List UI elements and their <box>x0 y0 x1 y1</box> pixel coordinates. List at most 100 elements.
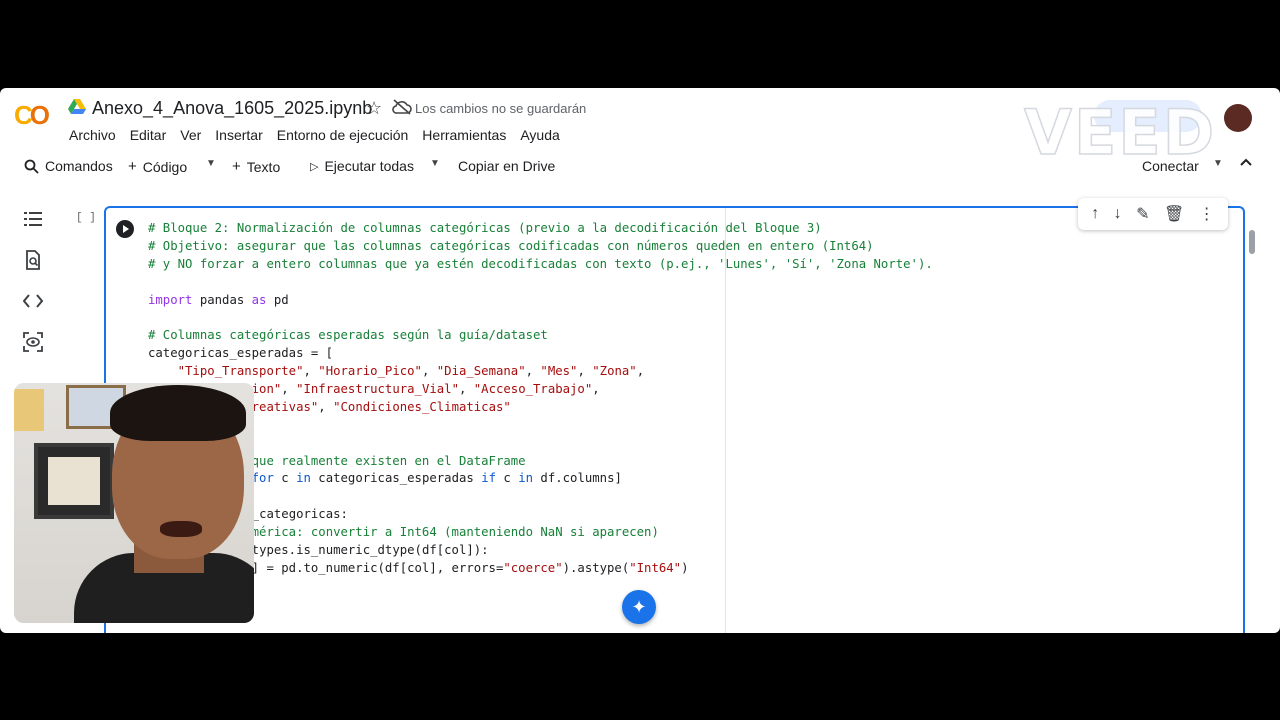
notebook-title[interactable]: Anexo_4_Anova_1605_2025.ipynb <box>92 98 372 119</box>
code-token: "Dia_Semana" <box>436 364 526 379</box>
cell-execution-count: [ ] <box>76 212 96 224</box>
chevron-up-icon <box>1240 158 1252 166</box>
code-line[interactable] <box>148 435 933 453</box>
code-token: pd <box>266 292 289 307</box>
code-token: , <box>577 364 593 379</box>
menu-ayuda[interactable]: Ayuda <box>513 127 566 143</box>
code-token: c <box>273 471 297 486</box>
colab-logo[interactable]: CO <box>14 100 50 131</box>
code-token: "Acceso_Trabajo" <box>473 382 593 397</box>
code-token: "coerce" <box>503 560 563 575</box>
code-token: "Int64" <box>629 560 682 575</box>
code-token: # Columnas categóricas esperadas según l… <box>148 328 548 343</box>
code-token: "Zona" <box>592 364 637 379</box>
code-token: in <box>296 471 311 486</box>
add-code-label: Código <box>142 158 188 175</box>
code-line[interactable]: # y NO forzar a entero columnas que ya e… <box>148 256 933 274</box>
code-token: as <box>251 292 267 307</box>
delete-icon[interactable]: 🗑 <box>1164 204 1184 224</box>
code-line[interactable]: cat_cols = [c for c in categoricas_esper… <box>148 470 933 488</box>
code-token: , <box>281 382 297 397</box>
code-line[interactable]: for col in cat_categoricas: <box>148 506 933 524</box>
code-line[interactable]: if pd.api.types.is_numeric_dtype(df[col]… <box>148 542 933 560</box>
cloud-off-icon <box>392 99 412 115</box>
menu-entorno[interactable]: Entorno de ejecución <box>270 127 416 143</box>
code-token: , <box>525 364 541 379</box>
code-token: "Condiciones_Climaticas" <box>333 399 511 414</box>
code-token: , <box>636 364 645 379</box>
wall-picture <box>14 389 44 431</box>
copy-drive-button[interactable]: Copiar en Drive <box>458 158 555 174</box>
code-line[interactable] <box>148 309 933 327</box>
drive-icon <box>68 99 86 114</box>
code-token: in <box>518 471 534 486</box>
plus-icon: + <box>232 158 241 175</box>
plus-icon: + <box>128 158 137 175</box>
scrollbar[interactable] <box>1249 230 1255 254</box>
code-token: , <box>592 382 600 397</box>
play-icon: ▷ <box>310 160 319 173</box>
webcam-overlay <box>14 383 254 623</box>
code-line[interactable]: # Bloque 2: Normalización de columnas ca… <box>148 220 933 238</box>
variables-icon[interactable] <box>22 331 44 353</box>
code-dropdown[interactable]: ▼ <box>206 158 216 169</box>
run-all-button[interactable]: ▷ Ejecutar todas <box>310 158 414 174</box>
more-options-icon[interactable]: ⋮ <box>1199 204 1215 224</box>
search-icon <box>24 159 39 174</box>
add-text-button[interactable]: + Texto <box>232 158 280 175</box>
code-line[interactable]: categoricas_esperadas = [ <box>148 345 933 363</box>
toolbar: Comandos + Código ▼ + Texto ▷ Ejecutar t… <box>0 150 1280 184</box>
code-line[interactable]: # Si es numérica: convertir a Int64 (man… <box>148 524 933 542</box>
collapse-header-button[interactable] <box>1240 158 1252 166</box>
code-token: "Infraestructura_Vial" <box>296 382 459 397</box>
toc-icon[interactable] <box>22 208 44 230</box>
code-token: pandas <box>192 292 252 307</box>
gemini-sparkle-icon[interactable]: ✦ <box>622 590 656 624</box>
code-line[interactable]: "Satisfaccion", "Infraestructura_Vial", … <box>148 381 933 399</box>
code-line[interactable]: df[col] = pd.to_numeric(df[col], errors=… <box>148 560 933 578</box>
connect-button[interactable]: Conectar <box>1142 158 1199 174</box>
copy-drive-label: Copiar en Drive <box>458 158 556 174</box>
cell-toolbar: ↑ ↓ ✎ 🗑 ⋮ <box>1078 198 1228 230</box>
menu-archivo[interactable]: Archivo <box>62 127 123 143</box>
menu-herramientas[interactable]: Herramientas <box>415 127 513 143</box>
code-line[interactable]: "Areas_Recreativas", "Condiciones_Climat… <box>148 399 933 417</box>
code-cell[interactable]: # Bloque 2: Normalización de columnas ca… <box>104 206 1245 633</box>
presenter-mouth <box>160 521 202 537</box>
code-line[interactable]: # Filtrar las que realmente existen en e… <box>148 453 933 471</box>
code-snippets-icon[interactable] <box>22 290 44 312</box>
find-replace-icon[interactable] <box>22 249 44 271</box>
code-line[interactable]: "Tipo_Transporte", "Horario_Pico", "Dia_… <box>148 363 933 381</box>
star-icon[interactable]: ☆ <box>366 98 382 119</box>
commands-label: Comandos <box>45 158 113 174</box>
code-token: , <box>458 382 474 397</box>
commands-button[interactable]: Comandos <box>24 158 113 174</box>
code-line[interactable] <box>148 488 933 506</box>
menu-editar[interactable]: Editar <box>123 127 174 143</box>
code-token: c <box>496 471 519 486</box>
menu-ver[interactable]: Ver <box>173 127 208 143</box>
code-line[interactable]: import pandas as pd <box>148 292 933 310</box>
code-token: # Bloque 2: Normalización de columnas ca… <box>148 221 822 235</box>
code-line[interactable]: ] <box>148 417 933 435</box>
avatar[interactable] <box>1224 104 1252 132</box>
connect-dropdown[interactable]: ▼ <box>1213 158 1223 169</box>
code-line[interactable] <box>148 274 933 292</box>
move-up-icon[interactable]: ↑ <box>1091 205 1099 223</box>
edit-icon[interactable]: ✎ <box>1136 204 1149 224</box>
code-token: df.columns] <box>533 471 622 486</box>
code-editor[interactable]: # Bloque 2: Normalización de columnas ca… <box>148 220 933 578</box>
add-code-button[interactable]: + Código <box>128 158 187 175</box>
code-token: ).astype( <box>562 560 630 575</box>
move-down-icon[interactable]: ↓ <box>1114 205 1122 223</box>
caret-down-icon: ▼ <box>206 158 216 169</box>
run-all-dropdown[interactable]: ▼ <box>430 158 440 169</box>
code-token: for <box>251 471 274 486</box>
code-line[interactable]: # Columnas categóricas esperadas según l… <box>148 327 933 345</box>
presenter-hair <box>110 385 246 441</box>
unsaved-notice: Los cambios no se guardarán <box>415 101 587 116</box>
code-line[interactable]: # Objetivo: asegurar que las columnas ca… <box>148 238 933 256</box>
menu-insertar[interactable]: Insertar <box>208 127 269 143</box>
run-cell-button[interactable] <box>116 220 134 238</box>
